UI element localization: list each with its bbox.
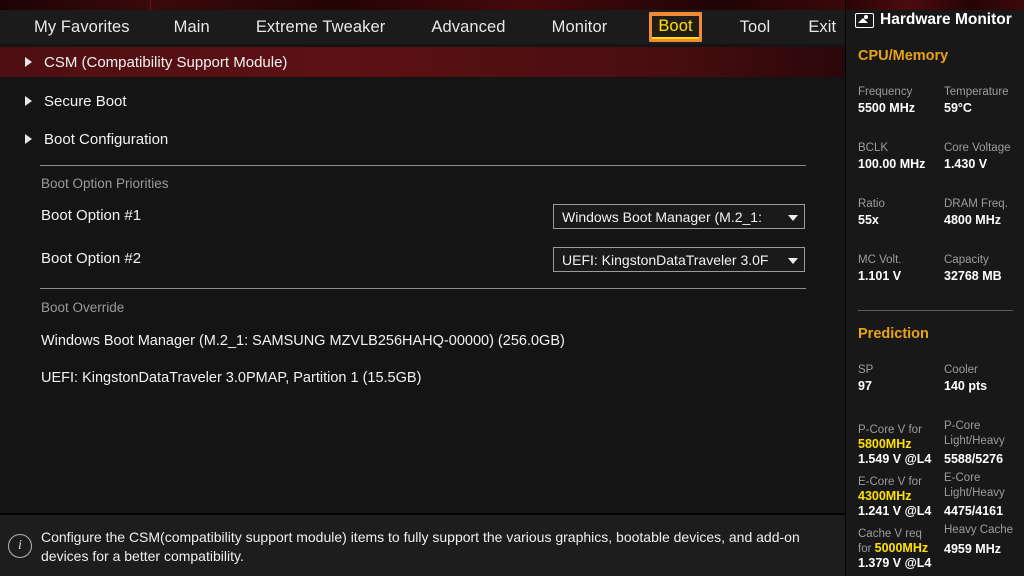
- boot-override-item[interactable]: Windows Boot Manager (M.2_1: SAMSUNG MZV…: [41, 333, 565, 349]
- chevron-down-icon: [786, 205, 804, 228]
- stat-value-dram-freq: 4800 MHz: [944, 213, 1001, 227]
- stat-key-temperature: Temperature: [944, 86, 1009, 98]
- stat-key-core-voltage: Core Voltage: [944, 142, 1011, 154]
- nav-item-boot[interactable]: Boot: [649, 12, 701, 41]
- top-decoration-strip: [0, 0, 845, 10]
- menu-item-boot-configuration[interactable]: Boot Configuration: [0, 124, 845, 154]
- section-divider: [40, 165, 806, 166]
- stat-key-cooler: Cooler: [944, 364, 978, 376]
- stat-value-sp: 97: [858, 379, 872, 393]
- hardware-monitor-header: Hardware Monitor: [846, 6, 1024, 34]
- boot-override-heading: Boot Override: [41, 300, 124, 315]
- core-voltage-e-core-v-for: 1.241 V @L4: [858, 504, 931, 518]
- boot-option-1-dropdown[interactable]: Windows Boot Manager (M.2_1:: [553, 204, 805, 229]
- boot-option-2-value: UEFI: KingstonDataTraveler 3.0F: [562, 252, 786, 268]
- core-right-value-e-core-v-for: 4475/4161: [944, 504, 1003, 518]
- prediction-heading: Prediction: [858, 326, 929, 342]
- section-divider: [40, 288, 806, 289]
- stat-key-ratio: Ratio: [858, 198, 885, 210]
- stat-value-mc-volt: 1.101 V: [858, 269, 901, 283]
- core-right-label-e-core-v-for: E-Core: [944, 472, 980, 484]
- menu-item-label: Boot Configuration: [44, 131, 168, 148]
- info-icon: i: [8, 534, 32, 558]
- hardware-monitor-title: Hardware Monitor: [880, 11, 1012, 29]
- nav-item-exit[interactable]: Exit: [806, 16, 838, 39]
- boot-override-item[interactable]: UEFI: KingstonDataTraveler 3.0PMAP, Part…: [41, 370, 421, 386]
- stat-value-cooler: 140 pts: [944, 379, 987, 393]
- core-for-text: for: [858, 543, 875, 555]
- stat-key-dram-freq: DRAM Freq.: [944, 198, 1008, 210]
- boot-option-2-label: Boot Option #2: [41, 250, 141, 267]
- bios-screen: My Favorites Main Extreme Tweaker Advanced M…: [0, 0, 1024, 576]
- nav-item-tool[interactable]: Tool: [738, 16, 773, 39]
- menu-item-secure-boot[interactable]: Secure Boot: [0, 86, 845, 116]
- nav-item-label: Boot: [652, 16, 698, 38]
- core-voltage-cache-v-req: 1.379 V @L4: [858, 556, 931, 570]
- core-freq-p-core-v-for: 5800MHz: [858, 435, 912, 453]
- core-voltage-p-core-v-for: 1.549 V @L4: [858, 452, 931, 466]
- core-freq-e-core-v-for: 4300MHz: [858, 487, 912, 505]
- core-right-label-p-core-v-for: P-Core: [944, 420, 980, 432]
- boot-option-1-row: Boot Option #1 Windows Boot Manager (M.2…: [0, 204, 845, 230]
- core-right-sublabel-p-core-v-for: Light/Heavy: [944, 435, 1005, 447]
- menu-item-csm[interactable]: CSM (Compatibility Support Module): [0, 47, 845, 77]
- cpu-memory-heading: CPU/Memory: [858, 48, 948, 64]
- stat-value-ratio: 55x: [858, 213, 879, 227]
- stat-value-frequency: 5500 MHz: [858, 101, 915, 115]
- stat-key-sp: SP: [858, 364, 873, 376]
- chevron-right-icon: [24, 57, 34, 67]
- chevron-down-icon: [786, 248, 804, 271]
- stat-value-core-voltage: 1.430 V: [944, 157, 987, 171]
- core-freq-cache-v-req: for 5000MHz: [858, 539, 928, 557]
- core-right-label-cache-v-req: Heavy Cache: [944, 524, 1013, 536]
- core-right-value-p-core-v-for: 5588/5276: [944, 452, 1003, 466]
- boot-option-2-row: Boot Option #2 UEFI: KingstonDataTravele…: [0, 247, 845, 273]
- stat-key-capacity: Capacity: [944, 254, 989, 266]
- stat-key-mc-volt: MC Volt.: [858, 254, 901, 266]
- nav-item-monitor[interactable]: Monitor: [550, 16, 610, 39]
- help-text: Configure the CSM(compatibility support …: [41, 528, 831, 566]
- core-right-sublabel-e-core-v-for: Light/Heavy: [944, 487, 1005, 499]
- core-freq-value: 5000MHz: [875, 541, 929, 555]
- main-navigation-bar: My Favorites Main Extreme Tweaker Advanced M…: [0, 10, 845, 44]
- stat-key-frequency: Frequency: [858, 86, 912, 98]
- boot-settings-panel: CSM (Compatibility Support Module) Secur…: [0, 44, 845, 513]
- menu-item-label: CSM (Compatibility Support Module): [44, 54, 287, 71]
- core-right-value-cache-v-req: 4959 MHz: [944, 542, 1001, 556]
- stat-key-bclk: BCLK: [858, 142, 888, 154]
- help-footer: i Configure the CSM(compatibility suppor…: [0, 513, 845, 576]
- nav-item-main[interactable]: Main: [172, 16, 212, 39]
- stat-value-capacity: 32768 MB: [944, 269, 1002, 283]
- nav-item-my-favorites[interactable]: My Favorites: [32, 16, 132, 39]
- nav-item-extreme-tweaker[interactable]: Extreme Tweaker: [254, 16, 388, 39]
- boot-option-1-label: Boot Option #1: [41, 207, 141, 224]
- stat-value-bclk: 100.00 MHz: [858, 157, 925, 171]
- monitor-icon: [855, 13, 874, 28]
- menu-item-label: Secure Boot: [44, 93, 127, 110]
- nav-item-advanced[interactable]: Advanced: [429, 16, 507, 39]
- boot-option-priorities-heading: Boot Option Priorities: [41, 176, 169, 191]
- stat-value-temperature: 59°C: [944, 101, 972, 115]
- sidebar-divider: [858, 310, 1013, 311]
- chevron-right-icon: [24, 96, 34, 106]
- core-freq-value: 5800MHz: [858, 437, 912, 451]
- boot-option-2-dropdown[interactable]: UEFI: KingstonDataTraveler 3.0F: [553, 247, 805, 272]
- hardware-monitor-sidebar: Hardware Monitor CPU/Memory Frequency 550…: [845, 0, 1024, 576]
- chevron-right-icon: [24, 134, 34, 144]
- core-freq-value: 4300MHz: [858, 489, 912, 503]
- boot-option-1-value: Windows Boot Manager (M.2_1:: [562, 209, 786, 225]
